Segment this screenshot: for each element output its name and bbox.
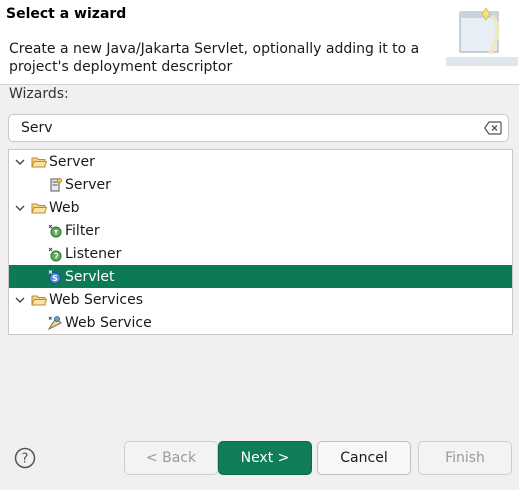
banner-title: Select a wizard xyxy=(6,6,127,22)
tree-item-label: Listener xyxy=(65,245,122,262)
help-icon[interactable]: ? xyxy=(14,447,36,469)
folder-open-icon xyxy=(31,295,47,305)
servlet-icon: S xyxy=(48,269,61,284)
tree-item-listener[interactable]: Listener xyxy=(9,242,512,265)
next-button[interactable]: Next > xyxy=(218,441,312,475)
wizard-banner-icon xyxy=(446,7,518,66)
tree-folder-web[interactable]: Web xyxy=(9,196,512,219)
banner-description: Create a new Java/Jakarta Servlet, optio… xyxy=(9,41,420,75)
folder-open-icon xyxy=(31,203,47,213)
tree-item-label: Servlet xyxy=(65,268,115,285)
tree-item-label: Server xyxy=(65,176,111,193)
cancel-button[interactable]: Cancel xyxy=(317,441,411,475)
tree-item-label: Server xyxy=(49,153,95,170)
wizard-tree[interactable]: Server Server Web Filter Listener S Serv… xyxy=(8,149,513,335)
wizard-banner: Select a wizard Create a new Java/Jakart… xyxy=(0,0,519,85)
wizards-label: Wizards: xyxy=(9,86,69,102)
server-icon xyxy=(50,177,63,191)
tree-item-filter[interactable]: Filter xyxy=(9,219,512,242)
listener-icon xyxy=(48,247,62,261)
tree-item-server[interactable]: Server xyxy=(9,173,512,196)
folder-open-icon xyxy=(31,157,47,167)
web-service-icon xyxy=(47,315,62,330)
svg-text:?: ? xyxy=(22,452,29,467)
chevron-down-icon[interactable] xyxy=(13,201,27,215)
tree-item-label: Web Service xyxy=(65,314,152,331)
finish-button[interactable]: Finish xyxy=(418,441,512,475)
tree-item-servlet[interactable]: S Servlet xyxy=(9,265,512,288)
tree-folder-web-services[interactable]: Web Services xyxy=(9,288,512,311)
svg-text:S: S xyxy=(52,274,58,283)
filter-icon xyxy=(48,224,62,237)
filter-input[interactable] xyxy=(21,118,471,138)
tree-item-label: Filter xyxy=(65,222,100,239)
tree-folder-server[interactable]: Server xyxy=(9,150,512,173)
tree-item-label: Web xyxy=(49,199,80,216)
filter-field[interactable] xyxy=(8,114,509,142)
clear-text-icon[interactable] xyxy=(484,121,502,135)
tree-item-label: Web Services xyxy=(49,291,144,308)
tree-item-web-service[interactable]: Web Service xyxy=(9,311,512,334)
back-button[interactable]: < Back xyxy=(124,441,218,475)
chevron-down-icon[interactable] xyxy=(13,155,27,169)
chevron-down-icon[interactable] xyxy=(13,293,27,307)
